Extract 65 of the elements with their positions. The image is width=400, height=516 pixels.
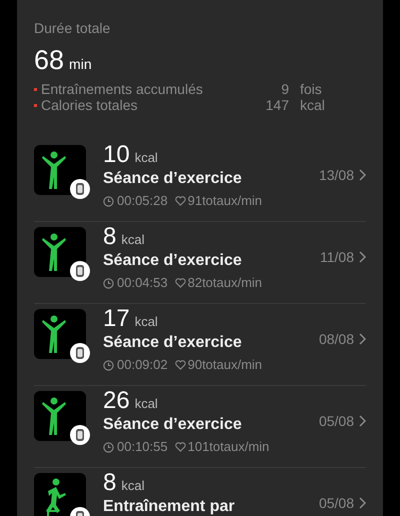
- chevron-right-icon: [359, 415, 366, 427]
- calories-value: 8: [103, 223, 116, 251]
- workout-row[interactable]: 8 kcal Entraînement par 05/08: [17, 468, 383, 516]
- stat-unit: kcal: [300, 97, 325, 113]
- heart-rate-text: 101totaux/min: [188, 438, 270, 456]
- calories-unit: kcal: [134, 395, 158, 413]
- total-duration-label: Durée totale: [34, 19, 112, 38]
- stat-value: 9: [280, 81, 289, 97]
- clock-icon: [103, 278, 114, 288]
- bullet-icon: [34, 88, 37, 90]
- watch-icon: [70, 343, 90, 363]
- workout-date: 13/08: [318, 166, 354, 184]
- watch-icon: [70, 261, 90, 281]
- calories-unit: kcal: [134, 313, 158, 331]
- person-figure-icon: [42, 397, 67, 436]
- heart-rate-text: 82totaux/min: [188, 274, 262, 292]
- workout-date: 05/08: [318, 494, 354, 512]
- total-duration-value: 68: [34, 44, 64, 77]
- calories-value: 26: [103, 387, 130, 415]
- person-figure-icon: [42, 315, 67, 354]
- duration-text: 00:09:02: [117, 356, 168, 374]
- calories-value: 8: [103, 469, 116, 497]
- heart-icon: [174, 196, 186, 206]
- stat-unit: fois: [300, 81, 322, 97]
- calories-value: 17: [103, 305, 130, 333]
- workout-row[interactable]: 8 kcal Séance d’exercice 00:04:53 82totaux/min 11/08: [17, 222, 383, 303]
- total-duration-unit: min: [69, 55, 92, 74]
- workout-row[interactable]: 26 kcal Séance d’exercice 00:10:55 101totaux/min 05/08: [17, 386, 383, 467]
- heart-icon: [174, 278, 186, 288]
- clock-icon: [103, 442, 114, 452]
- calories-unit: kcal: [134, 149, 158, 167]
- duration-text: 00:04:53: [117, 274, 168, 292]
- duration-text: 00:10:55: [117, 438, 168, 456]
- heart-rate-text: 91totaux/min: [188, 192, 262, 210]
- workout-title: Entraînement par: [103, 497, 236, 516]
- calories-unit: kcal: [121, 477, 144, 495]
- calories-unit: kcal: [121, 231, 144, 249]
- clock-icon: [103, 196, 114, 206]
- workout-title: Séance d’exercice: [103, 333, 243, 353]
- duration-text: 00:05:28: [117, 192, 168, 210]
- workout-row[interactable]: 10 kcal Séance d’exercice 00:05:28 91totaux/min 13/08: [17, 140, 383, 221]
- clock-icon: [103, 360, 114, 370]
- stat-label: Calories totales: [41, 97, 138, 113]
- person-figure-icon: [42, 151, 67, 190]
- heart-icon: [174, 360, 186, 370]
- workout-title: Séance d’exercice: [103, 415, 243, 435]
- workout-row[interactable]: 17 kcal Séance d’exercice 00:09:02 90totaux/min 08/08: [17, 304, 383, 385]
- heart-rate-text: 90totaux/min: [188, 356, 262, 374]
- stat-value: 147: [264, 97, 289, 113]
- workout-date: 11/08: [320, 248, 354, 266]
- chevron-right-icon: [359, 169, 366, 181]
- heart-icon: [174, 442, 186, 452]
- chevron-right-icon: [359, 497, 366, 509]
- workout-date: 05/08: [318, 412, 354, 430]
- person-figure-icon: [42, 233, 67, 272]
- chevron-right-icon: [359, 333, 366, 345]
- watch-icon: [70, 425, 90, 445]
- stat-label: Entraînements accumulés: [41, 81, 204, 97]
- watch-icon: [70, 179, 90, 199]
- workout-title: Séance d’exercice: [103, 169, 243, 189]
- calories-value: 10: [103, 141, 130, 169]
- workout-title: Séance d’exercice: [103, 251, 243, 271]
- chevron-right-icon: [359, 251, 366, 263]
- bullet-icon: [34, 104, 37, 106]
- workout-date: 08/08: [318, 330, 354, 348]
